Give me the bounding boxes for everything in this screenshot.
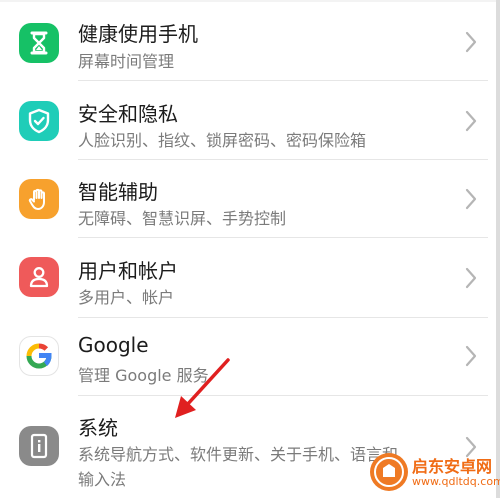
settings-item-security-privacy[interactable]: 安全和隐私 人脸识别、指纹、锁屏密码、密码保险箱 bbox=[0, 82, 500, 160]
settings-item-smart-assistance[interactable]: 智能辅助 无障碍、智慧识屏、手势控制 bbox=[0, 160, 500, 238]
divider bbox=[78, 80, 488, 81]
item-title: 安全和隐私 bbox=[78, 102, 178, 126]
item-title: 系统 bbox=[78, 416, 118, 440]
item-subtitle: 屏幕时间管理 bbox=[78, 52, 175, 71]
watermark: 启东安卓网 www.qdltdq.com bbox=[370, 451, 500, 495]
settings-item-users-accounts[interactable]: 用户和帐户 多用户、帐户 bbox=[0, 238, 500, 318]
chevron-right-icon bbox=[465, 345, 477, 367]
settings-item-google[interactable]: Google 管理 Google 服务 bbox=[0, 318, 500, 396]
chevron-right-icon bbox=[465, 267, 477, 289]
item-subtitle: 系统导航方式、软件更新、关于手机、语言和 bbox=[78, 445, 399, 464]
watermark-name: 启东安卓网 bbox=[412, 457, 493, 476]
watermark-logo-icon bbox=[370, 453, 408, 491]
scroll-edge bbox=[496, 0, 500, 498]
item-title: 用户和帐户 bbox=[78, 259, 178, 283]
item-title: 健康使用手机 bbox=[78, 22, 198, 46]
item-title: 智能辅助 bbox=[78, 180, 158, 204]
item-subtitle: 无障碍、智慧识屏、手势控制 bbox=[78, 209, 287, 228]
hand-icon bbox=[19, 179, 59, 219]
item-subtitle-line2: 输入法 bbox=[78, 470, 127, 489]
shield-check-icon bbox=[19, 101, 59, 141]
chevron-right-icon bbox=[465, 188, 477, 210]
google-icon bbox=[19, 336, 59, 376]
chevron-right-icon bbox=[465, 110, 477, 132]
watermark-url: www.qdltdq.com bbox=[412, 475, 500, 488]
chevron-right-icon bbox=[465, 31, 477, 53]
hourglass-icon bbox=[19, 23, 59, 63]
item-title: Google bbox=[78, 333, 149, 357]
phone-info-icon bbox=[19, 426, 59, 466]
user-icon bbox=[19, 257, 59, 297]
item-subtitle: 人脸识别、指纹、锁屏密码、密码保险箱 bbox=[78, 131, 367, 150]
item-subtitle: 多用户、帐户 bbox=[78, 288, 175, 307]
item-subtitle: 管理 Google 服务 bbox=[78, 366, 209, 385]
settings-item-digital-balance[interactable]: 健康使用手机 屏幕时间管理 bbox=[0, 0, 500, 82]
